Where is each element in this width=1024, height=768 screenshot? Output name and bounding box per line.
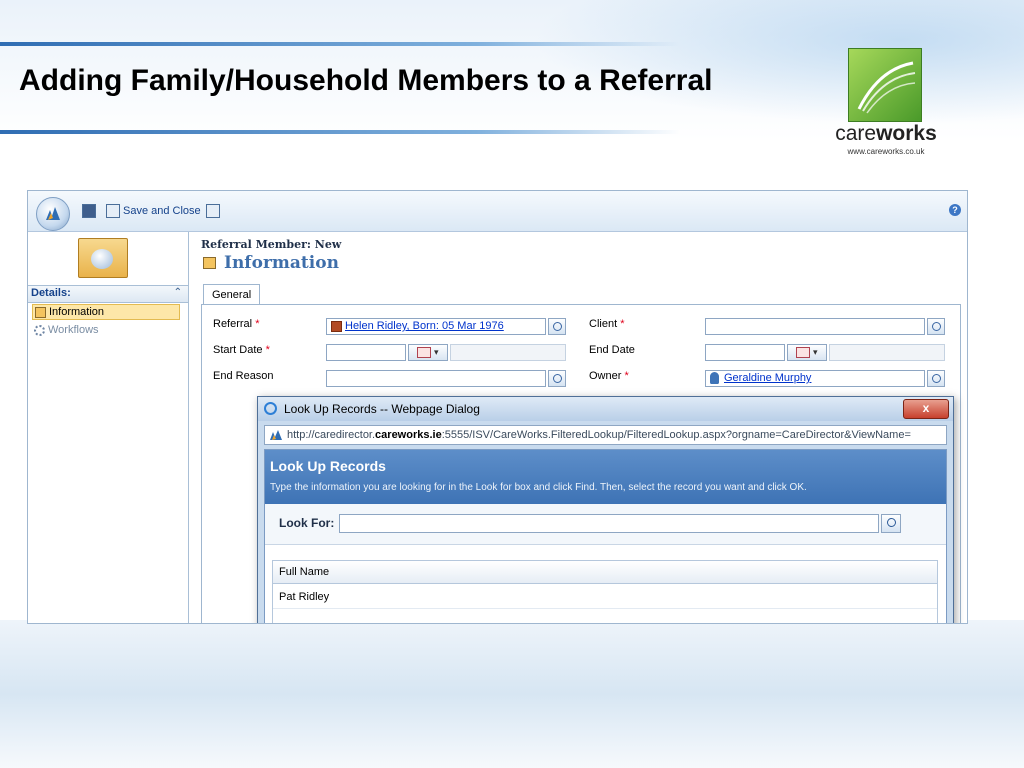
logo-wordmark: careworks xyxy=(835,122,937,145)
referral-link[interactable]: Helen Ridley, Born: 05 Mar 1976 xyxy=(345,320,504,332)
help-icon[interactable]: ? xyxy=(949,204,961,216)
calendar-icon xyxy=(417,347,432,359)
nav-item-information[interactable]: Information xyxy=(32,304,180,320)
end-date-input[interactable] xyxy=(705,344,785,361)
grid-header-full-name[interactable]: Full Name xyxy=(273,561,937,584)
dialog-heading: Look Up Records xyxy=(270,458,386,474)
dialog-header: Look Up Records Type the information you… xyxy=(265,450,946,504)
look-for-bar: Look For: xyxy=(265,504,946,545)
nav-item-label: Information xyxy=(49,306,105,318)
client-label: Client * xyxy=(589,318,625,330)
nav-item-workflows[interactable]: Workflows xyxy=(32,322,180,338)
nav-item-label: Workflows xyxy=(48,324,99,336)
start-date-calendar-button[interactable]: ▾ xyxy=(408,344,448,361)
end-reason-label: End Reason xyxy=(213,370,274,382)
header-stripe-bottom xyxy=(0,130,680,134)
save-button[interactable] xyxy=(82,202,96,220)
find-search-button[interactable] xyxy=(881,514,901,533)
dialog-address-bar: http://caredirector.careworks.ie:5555/IS… xyxy=(264,425,947,445)
save-and-close-label: Save and Close xyxy=(123,205,201,217)
careworks-logo: careworks www.careworks.co.uk xyxy=(816,46,956,158)
crm-page-icon xyxy=(270,430,282,440)
lookup-dialog: Look Up Records -- Webpage Dialog x http… xyxy=(257,396,954,623)
owner-lookup-button[interactable] xyxy=(927,370,945,387)
details-label: Details: xyxy=(31,287,71,299)
internet-explorer-icon xyxy=(264,402,277,415)
referral-member-folder-icon xyxy=(78,238,128,278)
toolbar: Save and Close ? xyxy=(28,191,967,232)
referral-lookup-button[interactable] xyxy=(548,318,566,335)
client-lookup-button[interactable] xyxy=(927,318,945,335)
end-time-select xyxy=(829,344,945,361)
dialog-title: Look Up Records -- Webpage Dialog xyxy=(284,402,480,416)
start-time-select xyxy=(450,344,566,361)
save-icon xyxy=(82,204,96,218)
collapse-chevron-icon[interactable]: ⌃ xyxy=(174,287,182,298)
user-icon xyxy=(710,372,719,384)
table-row[interactable]: Pat Ridley xyxy=(273,585,937,609)
dialog-close-button[interactable]: x xyxy=(903,399,949,419)
end-reason-lookup-button[interactable] xyxy=(548,370,566,387)
slide-title: Adding Family/Household Members to a Ref… xyxy=(19,64,713,97)
dialog-title-bar[interactable]: Look Up Records -- Webpage Dialog x xyxy=(258,397,953,421)
look-for-label: Look For: xyxy=(279,516,335,530)
details-section-header[interactable]: Details: ⌃ xyxy=(28,285,188,303)
start-date-input[interactable] xyxy=(326,344,406,361)
calendar-icon xyxy=(796,347,811,359)
record-title: Information xyxy=(201,253,339,273)
logo-swoosh-icon xyxy=(848,48,922,122)
dialog-description: Type the information you are looking for… xyxy=(270,482,807,493)
workflows-gear-icon xyxy=(34,324,45,336)
crm-orb-button[interactable] xyxy=(36,197,70,231)
results-grid: Full Name Pat Ridley xyxy=(272,560,938,623)
client-field[interactable] xyxy=(705,318,925,335)
record-type-label: Referral Member: New xyxy=(201,238,342,251)
save-and-new-icon xyxy=(206,204,220,218)
save-and-close-button[interactable]: Save and Close xyxy=(106,202,201,220)
referral-field[interactable]: Helen Ridley, Born: 05 Mar 1976 xyxy=(326,318,546,335)
end-date-calendar-button[interactable]: ▾ xyxy=(787,344,827,361)
tab-general[interactable]: General xyxy=(203,284,261,305)
left-navigation: Details: ⌃ Information Workflows xyxy=(28,232,189,623)
logo-url: www.careworks.co.uk xyxy=(847,147,925,156)
information-icon xyxy=(203,257,216,269)
information-icon xyxy=(35,306,46,318)
dialog-url: http://caredirector.careworks.ie:5555/IS… xyxy=(287,429,911,441)
look-for-input[interactable] xyxy=(339,514,879,533)
referral-record-icon xyxy=(331,321,342,332)
owner-field[interactable]: Geraldine Murphy xyxy=(705,370,925,387)
owner-label: Owner * xyxy=(589,370,629,382)
record-title-text: Information xyxy=(224,253,339,273)
crm-window: Save and Close ? Details: ⌃ Information … xyxy=(27,190,968,624)
dialog-body: Look Up Records Type the information you… xyxy=(264,449,947,623)
footer-background xyxy=(0,620,1024,768)
end-date-label: End Date xyxy=(589,344,635,356)
start-date-label: Start Date * xyxy=(213,344,270,356)
save-and-close-icon xyxy=(106,204,120,218)
referral-label: Referral * xyxy=(213,318,260,330)
save-and-new-button[interactable] xyxy=(206,202,220,220)
header-stripe-top xyxy=(0,42,680,46)
end-reason-field[interactable] xyxy=(326,370,546,387)
owner-link[interactable]: Geraldine Murphy xyxy=(724,372,811,384)
crm-orb-icon xyxy=(46,207,60,220)
